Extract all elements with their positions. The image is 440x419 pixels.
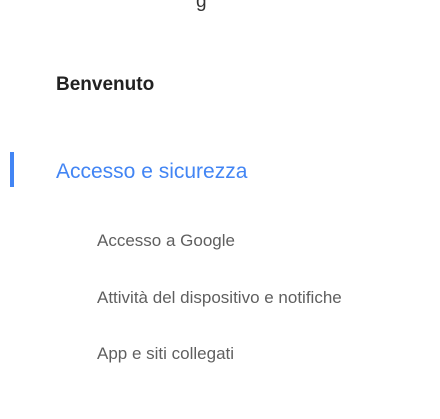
- subitem-connected-apps-sites[interactable]: App e siti collegati: [97, 343, 234, 365]
- subitem-device-activity-notifications[interactable]: Attività del dispositivo e notifiche: [97, 287, 342, 309]
- header-title-fragment: g: [196, 0, 276, 15]
- nav-section-title[interactable]: Accesso e sicurezza: [56, 159, 247, 185]
- nav-section-sign-in-security[interactable]: Accesso e sicurezza: [0, 152, 440, 192]
- header-title-text: g: [196, 0, 207, 12]
- nav-item-welcome[interactable]: Benvenuto: [56, 73, 154, 97]
- subitem-signing-in-to-google[interactable]: Accesso a Google: [97, 230, 235, 252]
- active-indicator-bar: [10, 152, 14, 187]
- settings-nav-panel: g Benvenuto Accesso e sicurezza Accesso …: [0, 0, 440, 419]
